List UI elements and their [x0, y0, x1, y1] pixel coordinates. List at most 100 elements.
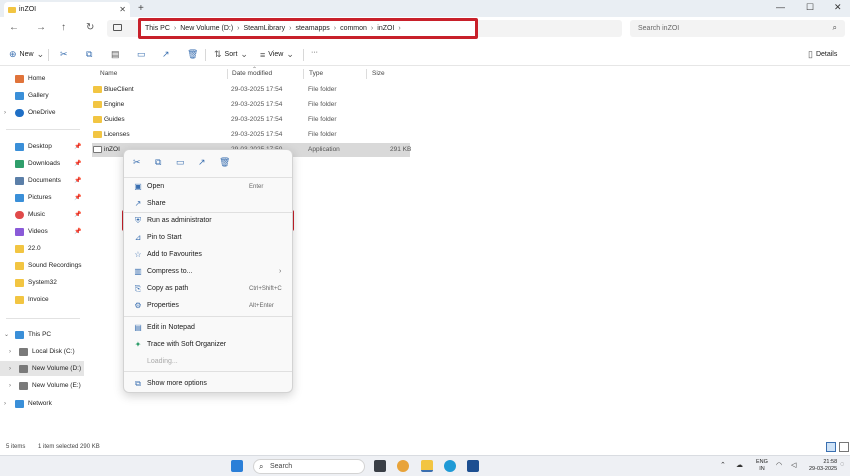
table-row[interactable]: Engine 29-03-2025 17:54 File folder — [92, 98, 410, 112]
menu-item-properties[interactable]: ⚙ Properties Alt+Enter — [124, 298, 292, 313]
sidebar-item-this-pc[interactable]: ⌄ This PC — [0, 327, 84, 342]
copilot-icon[interactable] — [397, 460, 409, 472]
back-icon[interactable]: ← — [9, 22, 19, 33]
cut-icon[interactable]: ✂ — [133, 157, 141, 168]
minimize-button[interactable]: — — [776, 2, 785, 12]
table-row[interactable]: BlueClient 29-03-2025 17:54 File folder — [92, 83, 410, 97]
menu-item-compress-to[interactable]: ▥ Compress to... › — [124, 264, 292, 279]
chevron-right-icon[interactable]: › — [4, 401, 6, 407]
sidebar-item-music[interactable]: Music 📌 — [0, 207, 84, 222]
table-row[interactable]: Guides 29-03-2025 17:54 File folder — [92, 113, 410, 127]
notification-icon[interactable]: ◌ — [840, 461, 844, 468]
refresh-icon[interactable]: ↻ — [86, 22, 94, 33]
sidebar-item-gallery[interactable]: Gallery — [0, 88, 84, 103]
menu-item-edit-in-notepad[interactable]: ▤ Edit in Notepad — [124, 320, 292, 335]
menu-item-share[interactable]: ↗ Share — [124, 196, 292, 211]
view-button[interactable]: ≡ View ⌄ — [260, 49, 294, 60]
sidebar-item-pictures[interactable]: Pictures 📌 — [0, 190, 84, 205]
forward-icon[interactable]: → — [36, 22, 46, 33]
sidebar-item-onedrive[interactable]: › OneDrive — [0, 105, 84, 120]
sidebar-item-videos[interactable]: Videos 📌 — [0, 224, 84, 239]
chevron-right-icon[interactable]: › — [9, 366, 11, 372]
chevron-up-icon[interactable]: ⌃ — [720, 461, 726, 469]
share-icon[interactable]: ↗ — [198, 157, 206, 168]
cloud-icon[interactable]: ☁ — [736, 461, 743, 469]
column-divider[interactable] — [366, 69, 367, 79]
maximize-button[interactable]: ☐ — [806, 2, 814, 13]
sidebar-item-sound-recordings[interactable]: Sound Recordings — [0, 258, 84, 273]
menu-item-trace-with-soft-organizer[interactable]: ✦ Trace with Soft Organizer — [124, 337, 292, 352]
delete-button[interactable]: 🗑 — [187, 49, 198, 60]
store-icon[interactable] — [467, 460, 479, 472]
sidebar-item-local-disk-c[interactable]: › Local Disk (C:) — [0, 344, 84, 359]
search-input[interactable]: Search inZOI ⌕ — [630, 20, 845, 37]
up-icon[interactable]: ↑ — [61, 22, 66, 33]
sidebar-item-new-volume-d[interactable]: › New Volume (D:) — [0, 361, 84, 376]
menu-item-run-as-administrator[interactable]: ⛨ Run as administrator — [124, 213, 292, 228]
column-type[interactable]: Type — [309, 70, 323, 77]
copy-icon[interactable]: ⧉ — [155, 157, 161, 168]
sidebar-item-downloads[interactable]: Downloads 📌 — [0, 156, 84, 171]
music-icon — [15, 210, 24, 219]
volume-icon[interactable]: ◁ — [791, 461, 796, 469]
rename-button[interactable]: ▭ — [137, 49, 146, 60]
file-explorer-icon[interactable] — [421, 460, 433, 472]
sidebar-item-home[interactable]: Home — [0, 71, 84, 86]
sidebar-item-desktop[interactable]: Desktop 📌 — [0, 139, 84, 154]
chevron-down-icon[interactable]: ⌄ — [4, 331, 9, 338]
wifi-icon[interactable]: ◠ — [776, 461, 782, 469]
menu-item-show-more-options[interactable]: ⧉ Show more options — [124, 376, 292, 391]
breadcrumb[interactable]: This PC › New Volume (D:) › SteamLibrary… — [138, 18, 478, 39]
more-button[interactable]: ··· — [311, 49, 318, 56]
language-indicator[interactable]: ENG IN — [756, 459, 768, 473]
copy-button[interactable]: ⧉ — [86, 49, 92, 60]
tab-inzoi[interactable]: inZOI ✕ — [4, 2, 130, 17]
new-button[interactable]: ⊕ New ⌄ — [9, 49, 44, 60]
menu-item-add-to-favourites[interactable]: ☆ Add to Favourites — [124, 247, 292, 262]
menu-item-pin-to-start[interactable]: ⊿ Pin to Start — [124, 230, 292, 245]
taskbar-search[interactable]: ⌕ Search — [253, 459, 365, 474]
sidebar-item-22-0[interactable]: 22.0 — [0, 241, 84, 256]
breadcrumb-this-pc[interactable]: This PC — [145, 25, 170, 32]
paste-button[interactable]: ▤ — [111, 49, 120, 60]
new-tab-button[interactable]: + — [138, 3, 144, 14]
column-divider[interactable] — [227, 69, 228, 79]
windows-start-icon[interactable] — [231, 460, 243, 472]
trash-icon[interactable]: 🗑 — [219, 157, 230, 168]
breadcrumb-inzoi[interactable]: inZOI — [377, 25, 394, 32]
chevron-right-icon[interactable]: › — [9, 349, 11, 355]
toolbar-divider — [205, 49, 206, 61]
chevron-right-icon[interactable]: › — [9, 383, 11, 389]
cut-button[interactable]: ✂ — [60, 49, 68, 60]
sidebar-item-network[interactable]: › Network — [0, 396, 84, 411]
tab-close-icon[interactable]: ✕ — [119, 5, 126, 14]
table-row[interactable]: Licenses 29-03-2025 17:54 File folder — [92, 128, 410, 142]
menu-item-copy-as-path[interactable]: ⎘ Copy as path Ctrl+Shift+C — [124, 281, 292, 296]
sort-button[interactable]: ⇅ Sort ⌄ — [214, 49, 248, 60]
details-view-button[interactable] — [826, 442, 836, 452]
sidebar-item-new-volume-e[interactable]: › New Volume (E:) — [0, 378, 84, 393]
share-button[interactable]: ↗ — [162, 49, 170, 60]
clock[interactable]: 21:58 29-03-2025 — [809, 459, 837, 473]
column-date-modified[interactable]: Date modified — [232, 70, 272, 77]
breadcrumb-common[interactable]: common — [340, 25, 367, 32]
breadcrumb-steamlibrary[interactable]: SteamLibrary — [244, 25, 286, 32]
sidebar-item-documents[interactable]: Documents 📌 — [0, 173, 84, 188]
breadcrumb-steamapps[interactable]: steamapps — [295, 25, 329, 32]
chevron-right-icon: › — [279, 268, 282, 275]
tiles-view-button[interactable] — [839, 442, 849, 452]
column-size[interactable]: Size — [372, 70, 385, 77]
column-divider[interactable] — [303, 69, 304, 79]
breadcrumb-new-volume-d[interactable]: New Volume (D:) — [180, 25, 233, 32]
sidebar-item-invoice[interactable]: Invoice — [0, 292, 84, 307]
menu-item-open[interactable]: ▣ Open Enter — [124, 179, 292, 194]
details-button[interactable]: ▯ Details — [808, 49, 837, 60]
task-view-icon[interactable] — [374, 460, 386, 472]
sidebar-item-system32[interactable]: System32 — [0, 275, 84, 290]
column-name[interactable]: Name — [100, 70, 117, 77]
chevron-right-icon[interactable]: › — [4, 110, 6, 116]
edge-icon[interactable] — [444, 460, 456, 472]
close-button[interactable]: ✕ — [834, 2, 842, 13]
pin-icon: 📌 — [74, 229, 82, 235]
rename-icon[interactable]: ▭ — [176, 157, 185, 168]
